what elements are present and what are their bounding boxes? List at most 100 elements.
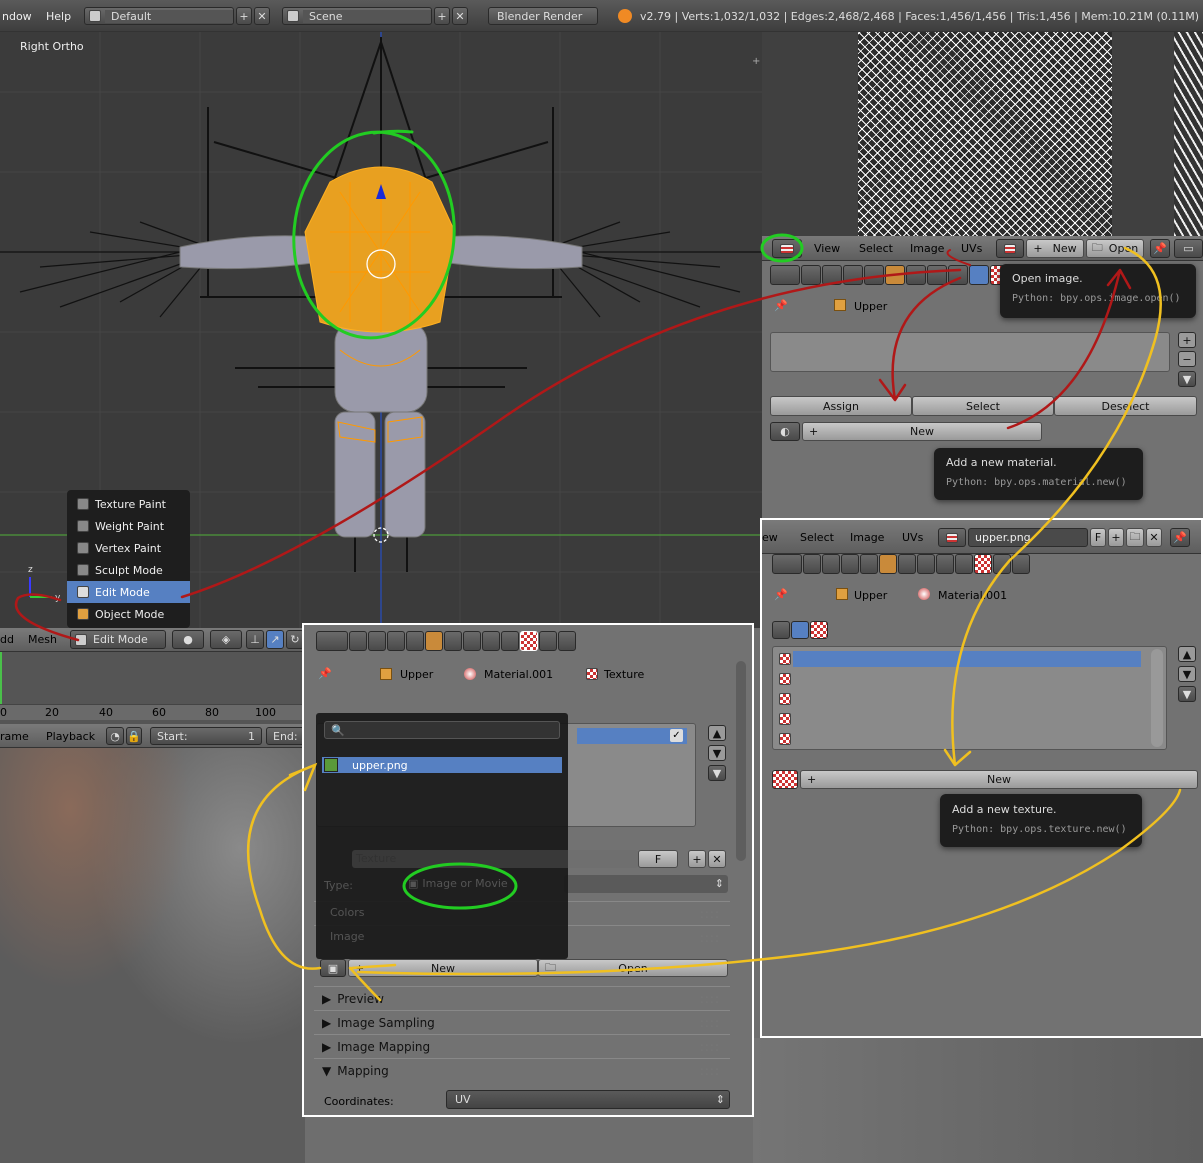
- list-scrollbar[interactable]: [1151, 649, 1163, 747]
- material-slot-list[interactable]: [770, 332, 1170, 372]
- material-browse-button[interactable]: ◐: [770, 422, 800, 441]
- pin-icon[interactable]: 📌: [318, 667, 332, 680]
- remove-slot-button[interactable]: −: [1178, 351, 1196, 367]
- data-tab-icon[interactable]: [936, 554, 954, 574]
- layout-selector[interactable]: Default: [84, 7, 234, 25]
- new-texture-button[interactable]: + New: [800, 770, 1198, 789]
- view-menu[interactable]: View: [814, 242, 840, 255]
- pin-icon[interactable]: 📌: [774, 299, 788, 312]
- move-slot-down-button[interactable]: ▼: [1178, 666, 1196, 682]
- menu-item-edit-mode[interactable]: Edit Mode: [67, 581, 190, 603]
- scene-add-button[interactable]: +: [434, 7, 450, 25]
- pin-icon[interactable]: 📌: [774, 588, 788, 601]
- new-image-button[interactable]: + New: [348, 959, 538, 977]
- image-browse-button[interactable]: [938, 528, 966, 547]
- mode-select[interactable]: Edit Mode: [70, 630, 166, 649]
- editor-type-select[interactable]: [770, 265, 800, 285]
- new-material-button[interactable]: + New: [802, 422, 1042, 441]
- fake-user-button[interactable]: F: [638, 850, 678, 868]
- constraints-tab-icon[interactable]: [444, 631, 462, 651]
- slot-menu-button[interactable]: ▼: [708, 765, 726, 781]
- texture-tab-icon[interactable]: [974, 554, 992, 574]
- viewport-3d[interactable]: Right Ortho z y + Texture Paint Weight P…: [0, 32, 762, 628]
- constraints-tab-icon[interactable]: [906, 265, 926, 285]
- drag-handle-icon[interactable]: ::::: [700, 907, 720, 921]
- open-image-button[interactable]: 🗀 Open: [1086, 239, 1144, 258]
- image-search-input[interactable]: 🔍: [324, 721, 560, 739]
- particles-tab-icon[interactable]: [993, 554, 1011, 574]
- modifiers-tab-icon[interactable]: [917, 554, 935, 574]
- particles-tab-icon[interactable]: [539, 631, 557, 651]
- image-sampling-section[interactable]: ▶ Image Sampling::::: [314, 1010, 730, 1034]
- type-select[interactable]: ▣ Image or Movie: [408, 875, 566, 893]
- translate-toggle[interactable]: ↗: [266, 630, 284, 649]
- pivot-select[interactable]: ◈: [210, 630, 242, 649]
- end-frame-field[interactable]: End:: [266, 727, 306, 745]
- window-menu[interactable]: ndow: [2, 10, 32, 23]
- data-tab-icon[interactable]: [482, 631, 500, 651]
- scene-tab-icon[interactable]: [843, 265, 863, 285]
- texture-slot-selected[interactable]: [793, 651, 1141, 667]
- world-tab-icon[interactable]: [860, 554, 878, 574]
- manipulator-toggle[interactable]: ⊥: [246, 630, 264, 649]
- render-tab-icon[interactable]: [803, 554, 821, 574]
- mapping-section[interactable]: ▼ Mapping::::: [314, 1058, 730, 1082]
- image-slot-select[interactable]: ▭: [1174, 239, 1203, 258]
- render-tab-icon[interactable]: [801, 265, 821, 285]
- deselect-button[interactable]: Deselect: [1054, 396, 1197, 416]
- select-button[interactable]: Select: [912, 396, 1054, 416]
- layout-remove-button[interactable]: ✕: [254, 7, 270, 25]
- lock-icon[interactable]: 🔒: [126, 727, 142, 745]
- keying-icon[interactable]: ◔: [106, 727, 124, 745]
- world-texture-tab[interactable]: [772, 621, 790, 639]
- assign-button[interactable]: Assign: [770, 396, 912, 416]
- preview-section[interactable]: ▶ Preview::::: [314, 986, 730, 1010]
- material-tab-icon[interactable]: [501, 631, 519, 651]
- drag-handle-icon[interactable]: ::::: [700, 1064, 720, 1078]
- render-tab-icon[interactable]: [349, 631, 367, 651]
- move-slot-down-button[interactable]: ▼: [708, 745, 726, 761]
- timeline[interactable]: 0 20 40 60 80 100: [0, 652, 305, 724]
- material-tab-icon[interactable]: [955, 554, 973, 574]
- uvs-menu[interactable]: UVs: [902, 531, 923, 544]
- image-list-item-upper[interactable]: upper.png: [322, 757, 562, 773]
- texture-slot-list[interactable]: [772, 646, 1167, 750]
- render-layers-tab-icon[interactable]: [822, 554, 840, 574]
- frame-menu[interactable]: rame: [0, 730, 29, 743]
- object-tab-icon[interactable]: [425, 631, 443, 651]
- drag-handle-icon[interactable]: ::::: [700, 931, 720, 945]
- image-mapping-section[interactable]: ▶ Image Mapping::::: [314, 1034, 730, 1058]
- world-tab-icon[interactable]: [406, 631, 424, 651]
- menu-item-object-mode[interactable]: Object Mode: [67, 603, 190, 625]
- menu-item-vertex-paint[interactable]: Vertex Paint: [67, 537, 190, 559]
- material-tab-icon[interactable]: [969, 265, 989, 285]
- help-menu[interactable]: Help: [46, 10, 71, 23]
- slot-enabled-checkbox[interactable]: ✓: [670, 729, 683, 742]
- view-menu[interactable]: ew: [762, 531, 778, 544]
- uv-editor[interactable]: +: [762, 32, 1203, 236]
- texture-browse-button[interactable]: [772, 770, 798, 789]
- layout-add-button[interactable]: +: [236, 7, 252, 25]
- render-layers-tab-icon[interactable]: [368, 631, 386, 651]
- drag-handle-icon[interactable]: ::::: [700, 992, 720, 1006]
- physics-tab-icon[interactable]: [558, 631, 576, 651]
- editor-type-select[interactable]: [772, 239, 802, 258]
- modifiers-tab-icon[interactable]: [463, 631, 481, 651]
- scene-selector[interactable]: Scene: [282, 7, 432, 25]
- add-menu[interactable]: dd: [0, 633, 14, 646]
- physics-tab-icon[interactable]: [1012, 554, 1030, 574]
- image-menu[interactable]: Image: [910, 242, 944, 255]
- slot-menu-button[interactable]: ▼: [1178, 686, 1196, 702]
- render-layers-tab-icon[interactable]: [822, 265, 842, 285]
- scene-tab-icon[interactable]: [387, 631, 405, 651]
- coordinates-select[interactable]: UV ⇕: [446, 1090, 730, 1109]
- move-slot-up-button[interactable]: ▲: [1178, 646, 1196, 662]
- start-frame-field[interactable]: Start: 1: [150, 727, 262, 745]
- mesh-menu[interactable]: Mesh: [28, 633, 57, 646]
- texture-tab-icon[interactable]: [520, 631, 538, 651]
- drag-handle-icon[interactable]: ::::: [700, 1040, 720, 1054]
- texture-name-field[interactable]: Texture: [352, 850, 638, 868]
- menu-item-texture-paint[interactable]: Texture Paint: [67, 493, 190, 515]
- editor-type-select[interactable]: [772, 554, 802, 574]
- editor-type-select[interactable]: [316, 631, 348, 651]
